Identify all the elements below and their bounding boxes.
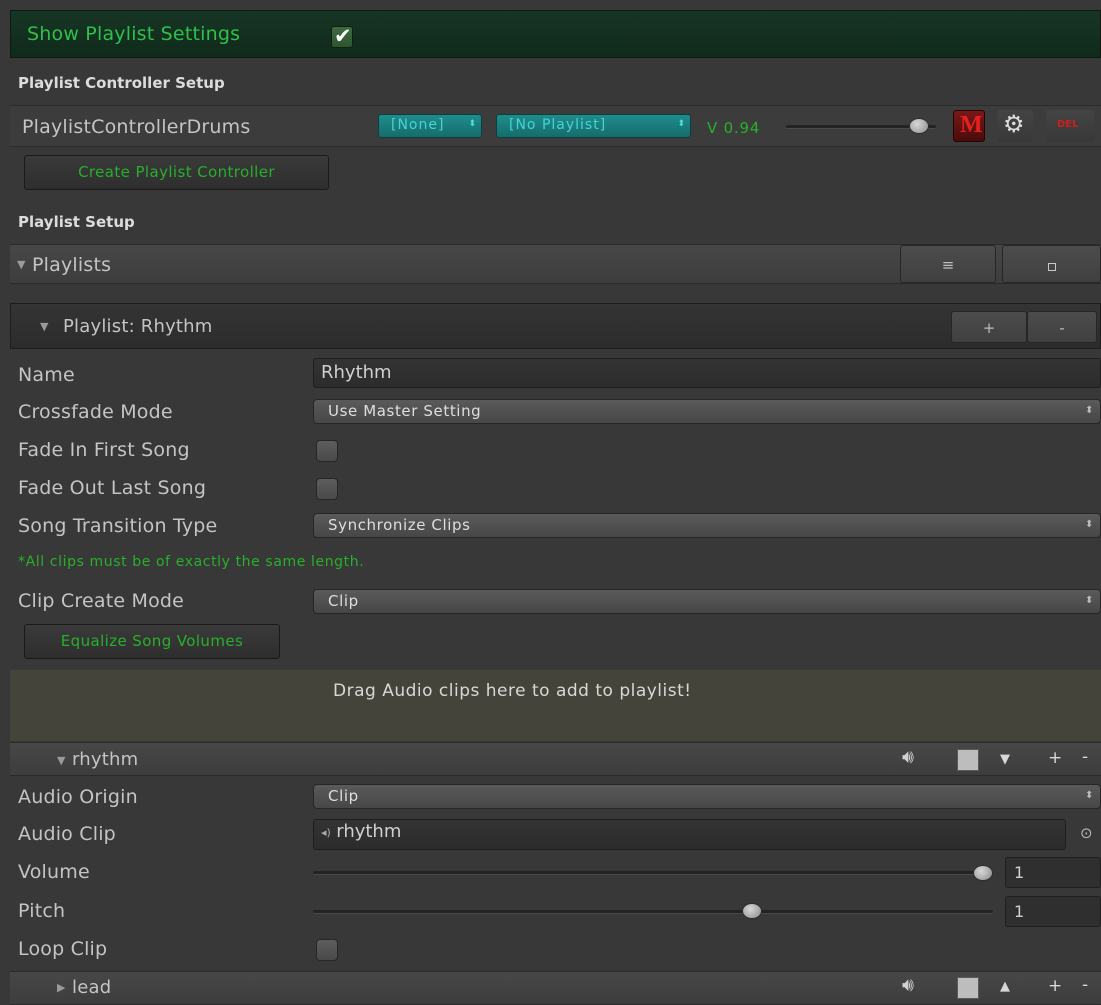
add-playlist-button[interactable]: + <box>951 311 1027 343</box>
dropdown-arrows-icon: ⬍ <box>1085 595 1094 606</box>
group-dropdown-label: [None] <box>391 117 445 133</box>
playlist-setup-heading: Playlist Setup <box>18 213 135 231</box>
playlist-dropdown-label: [No Playlist] <box>509 117 607 133</box>
transition-note: *All clips must be of exactly the same l… <box>18 554 365 570</box>
name-label: Name <box>18 364 75 386</box>
speaker-icon[interactable]: 🔊︎ <box>902 974 914 996</box>
loop-clip-checkbox[interactable] <box>316 939 338 961</box>
disclosure-open-icon: ▼ <box>17 258 26 271</box>
pitch-label: Pitch <box>18 900 66 922</box>
fade-in-label: Fade In First Song <box>18 439 190 461</box>
minus-icon: - <box>1059 319 1065 337</box>
list-view-button[interactable]: ≡ <box>900 245 996 283</box>
playlist-header[interactable]: ▼ Playlist: Rhythm + - <box>10 303 1101 349</box>
clip-mode-dropdown[interactable]: Clip ⬍ <box>313 589 1101 614</box>
dropdown-arrows-icon: ⬍ <box>1085 405 1094 416</box>
mute-label: M <box>960 112 983 138</box>
volume-slider-thumb[interactable] <box>973 865 993 881</box>
playlists-label: Playlists <box>32 254 112 276</box>
show-settings-label: Show Playlist Settings <box>27 23 241 45</box>
transition-value: Synchronize Clips <box>328 516 471 534</box>
audio-origin-label: Audio Origin <box>18 786 138 808</box>
remove-playlist-button[interactable]: - <box>1027 311 1097 343</box>
show-settings-checkbox[interactable]: ✔ <box>331 24 353 48</box>
object-picker-icon[interactable]: ⊙ <box>1080 824 1093 842</box>
audio-clip-label: Audio Clip <box>18 823 116 845</box>
settings-button[interactable]: ⚙ <box>997 110 1033 142</box>
mute-button[interactable]: M <box>953 110 985 142</box>
playlist-dropdown[interactable]: [No Playlist] ⬍ <box>496 114 691 138</box>
song-name: rhythm <box>72 749 139 770</box>
plus-icon[interactable]: + <box>1048 748 1062 768</box>
transition-label: Song Transition Type <box>18 515 218 537</box>
plus-icon: + <box>982 319 996 337</box>
name-input[interactable]: Rhythm <box>313 358 1101 388</box>
stop-square-icon[interactable] <box>957 749 979 771</box>
clip-mode-label: Clip Create Mode <box>18 590 185 612</box>
group-dropdown[interactable]: [None] ⬍ <box>378 114 482 138</box>
gear-icon: ⚙ <box>1003 110 1025 138</box>
disclosure-open-icon: ▼ <box>57 754 66 767</box>
crossfade-label: Crossfade Mode <box>18 401 173 423</box>
audio-origin-value: Clip <box>328 787 359 805</box>
volume-label: V 0.94 <box>707 119 761 137</box>
volume-slider-track[interactable] <box>313 871 993 875</box>
song-header-lead[interactable]: ▶ lead 🔊︎ ▲ + - <box>10 971 1101 1005</box>
audio-clip-field[interactable]: ◂) rhythm <box>313 819 1066 850</box>
dropdown-arrows-icon: ⬍ <box>1085 519 1094 530</box>
clip-mode-value: Clip <box>328 592 359 610</box>
speaker-icon[interactable]: 🔊︎ <box>902 746 914 768</box>
dropdown-arrows-icon: ⬍ <box>468 119 476 129</box>
fade-in-checkbox[interactable] <box>316 440 338 462</box>
volume-input[interactable]: 1 <box>1005 857 1101 888</box>
controller-name: PlaylistControllerDrums <box>22 116 251 138</box>
list-icon: ≡ <box>941 256 955 274</box>
audio-clip-value: rhythm <box>336 821 402 842</box>
stop-square-icon[interactable] <box>957 977 979 999</box>
arrow-up-icon[interactable]: ▲ <box>1000 979 1010 994</box>
equalize-volumes-button[interactable]: Equalize Song Volumes <box>24 624 280 659</box>
crossfade-value: Use Master Setting <box>328 402 482 420</box>
controller-volume-thumb[interactable] <box>909 118 929 134</box>
collapse-button[interactable] <box>1002 245 1101 283</box>
controller-setup-heading: Playlist Controller Setup <box>18 74 225 92</box>
audio-file-icon: ◂) <box>321 826 331 839</box>
check-mark-icon: ✔ <box>334 24 352 48</box>
song-header-rhythm[interactable]: ▼ rhythm 🔊︎ ▼ + - <box>10 742 1101 776</box>
playlist-header-label: Playlist: Rhythm <box>63 316 213 337</box>
disclosure-closed-icon: ▶ <box>57 981 66 994</box>
delete-label: DEL <box>1057 119 1079 130</box>
pitch-input[interactable]: 1 <box>1005 896 1101 927</box>
controller-row: PlaylistControllerDrums [None] ⬍ [No Pla… <box>10 105 1101 147</box>
square-icon <box>1047 263 1056 271</box>
playlists-header[interactable]: ▼ Playlists ≡ <box>10 244 1101 284</box>
drop-zone[interactable]: Drag Audio clips here to add to playlist… <box>10 669 1101 741</box>
fade-out-checkbox[interactable] <box>316 478 338 500</box>
song-name: lead <box>72 977 112 998</box>
crossfade-dropdown[interactable]: Use Master Setting ⬍ <box>313 399 1101 424</box>
transition-dropdown[interactable]: Synchronize Clips ⬍ <box>313 513 1101 538</box>
fade-out-label: Fade Out Last Song <box>18 477 207 499</box>
dropdown-arrows-icon: ⬍ <box>1085 790 1094 801</box>
create-controller-button[interactable]: Create Playlist Controller <box>24 155 329 190</box>
volume-label: Volume <box>18 861 90 883</box>
arrow-down-icon[interactable]: ▼ <box>1000 752 1010 767</box>
show-settings-bar: Show Playlist Settings ✔ <box>10 10 1101 58</box>
minus-icon[interactable]: - <box>1082 747 1088 767</box>
delete-button[interactable]: DEL <box>1046 110 1094 142</box>
drop-zone-label: Drag Audio clips here to add to playlist… <box>333 681 692 701</box>
disclosure-open-icon: ▼ <box>40 320 49 333</box>
plus-icon[interactable]: + <box>1048 976 1062 996</box>
dropdown-arrows-icon: ⬍ <box>677 119 685 129</box>
pitch-slider-thumb[interactable] <box>742 903 762 919</box>
minus-icon[interactable]: - <box>1082 975 1088 995</box>
audio-origin-dropdown[interactable]: Clip ⬍ <box>313 784 1101 809</box>
loop-clip-label: Loop Clip <box>18 938 108 960</box>
pitch-slider-track[interactable] <box>313 910 993 914</box>
